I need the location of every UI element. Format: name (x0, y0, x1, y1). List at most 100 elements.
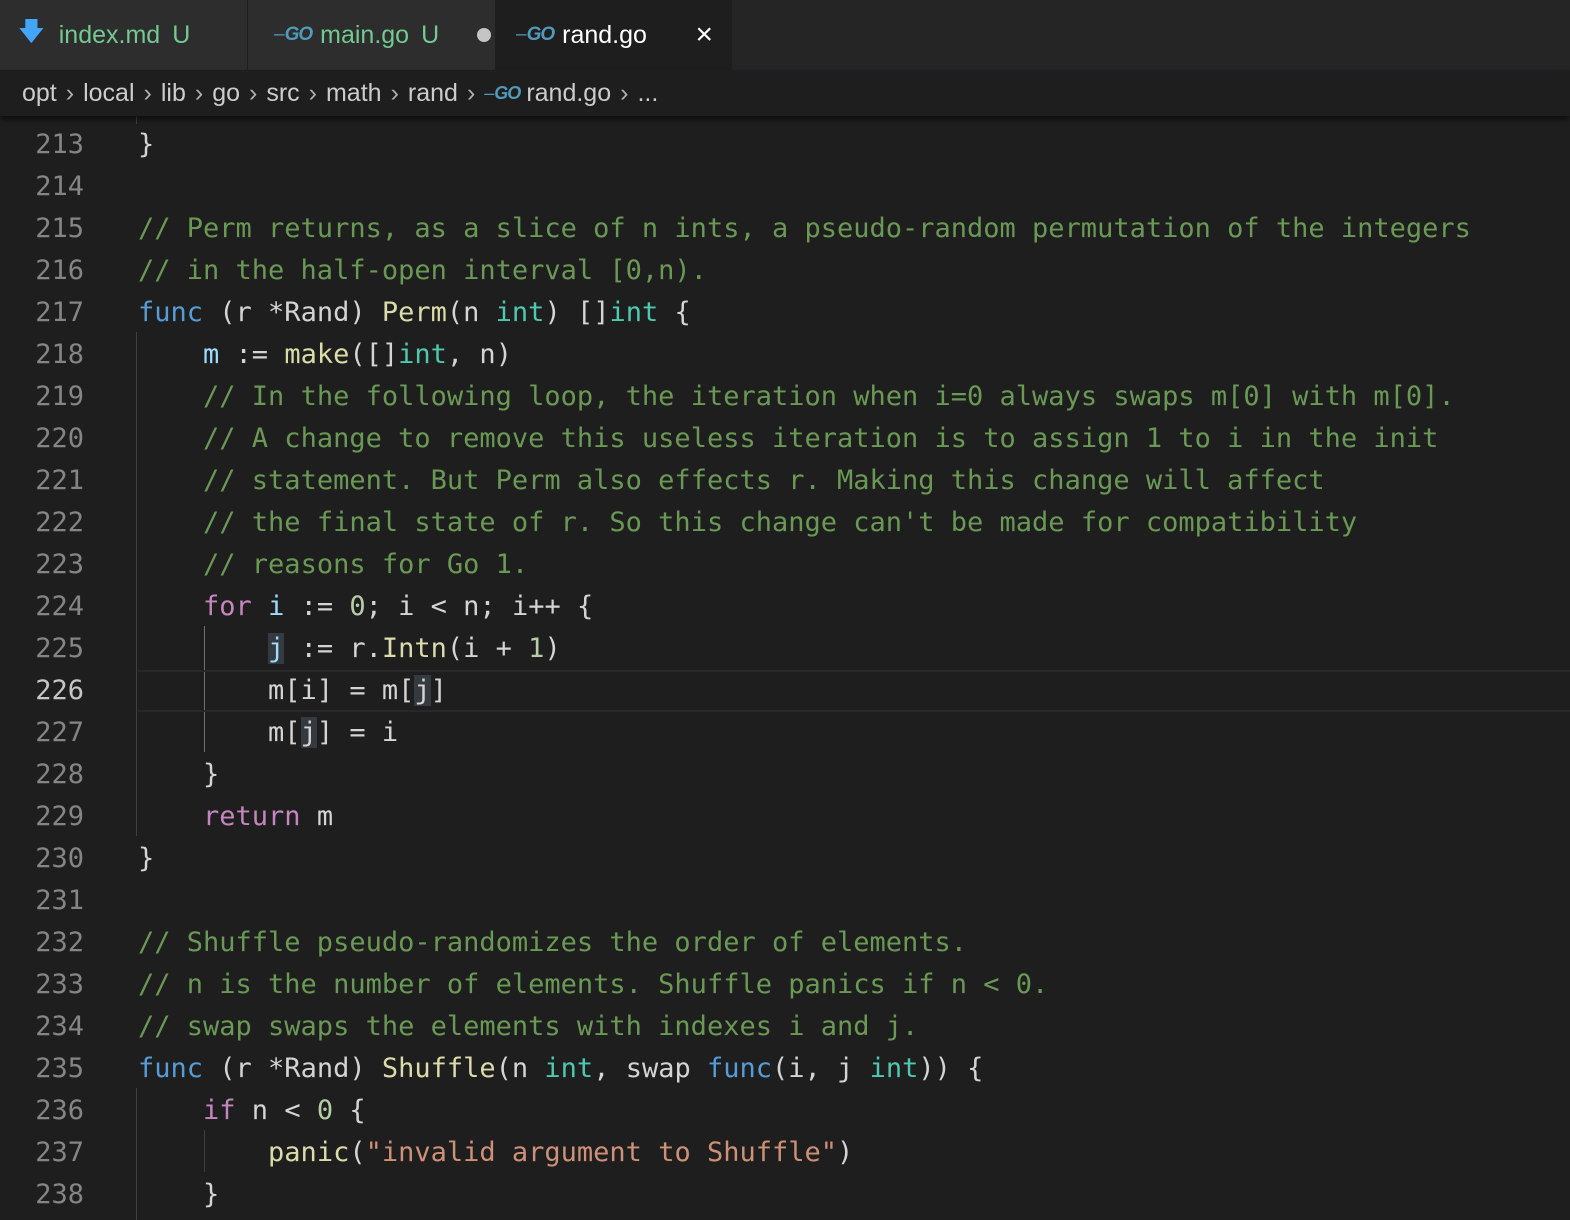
code-token: // statement. But Perm also effects r. M… (203, 465, 1325, 496)
code-line[interactable]: 216 // in the half-open interval [0,n). (0, 250, 1570, 292)
code-token: , n) (446, 339, 512, 370)
code-line[interactable]: 214 (0, 166, 1570, 208)
code-text: // In the following loop, the iteration … (138, 376, 1455, 418)
code-line[interactable]: 222 // the final state of r. So this cha… (0, 502, 1570, 544)
code-token: m (300, 801, 334, 832)
code-line[interactable]: 226 m[i] = m[j] (0, 670, 1570, 712)
code-line[interactable]: 232 // Shuffle pseudo-randomizes the orde… (0, 922, 1570, 964)
code-token: := (219, 339, 285, 370)
line-number: 226 (35, 675, 84, 706)
tab-label: index.md (58, 20, 161, 49)
code-token: } (138, 843, 155, 874)
code-text: for i := 0; i < n; i++ { (138, 586, 593, 628)
code-text: m[i] = m[j] (138, 670, 447, 712)
code-line[interactable]: 231 (0, 880, 1570, 922)
code-line[interactable]: 225 j := r.Intn(i + 1) (0, 628, 1570, 670)
tab-label: main.go (320, 20, 410, 49)
code-line[interactable]: 220 // A change to remove this useless i… (0, 418, 1570, 460)
line-number: 238 (35, 1179, 84, 1210)
line-number: 225 (35, 633, 84, 664)
code-line[interactable]: 228 } (0, 754, 1570, 796)
code-token: // in the half-open interval [0,n). (138, 255, 707, 286)
code-text: } (138, 754, 219, 796)
breadcrumb-item[interactable]: rand.go (526, 79, 611, 108)
code-line[interactable]: 230} (0, 838, 1570, 880)
code-token: m (203, 339, 220, 370)
line-number: 230 (35, 843, 84, 874)
breadcrumb-item[interactable]: math (326, 79, 382, 108)
code-text: // in the half-open interval [0,n). (138, 250, 707, 292)
code-token: } (138, 759, 220, 790)
code-line[interactable]: 218 m := make([]int, n) (0, 334, 1570, 376)
close-icon[interactable]: × (695, 18, 713, 52)
line-number: 234 (35, 1011, 84, 1042)
code-editor[interactable]: 213} 214 215 // Perm returns, as a slice of… (0, 116, 1570, 1220)
code-token: // In the following loop, the iteration … (203, 381, 1455, 412)
code-token: // Shuffle pseudo-randomizes the order o… (138, 927, 968, 958)
code-token: "invalid argument to Shuffle" (365, 1137, 837, 1168)
code-text: // n is the number of elements. Shuffle … (138, 964, 1048, 1006)
code-line[interactable]: 221 // statement. But Perm also effects … (0, 460, 1570, 502)
code-token: // A change to remove this useless itera… (203, 423, 1439, 454)
breadcrumb: opt › local › lib › go › src › math › ra… (0, 70, 1570, 116)
code-token: int (398, 339, 447, 370)
chevron-right-icon: › (620, 78, 629, 107)
code-text: // statement. But Perm also effects r. M… (138, 460, 1325, 502)
breadcrumb-item[interactable]: src (266, 79, 299, 108)
breadcrumb-item[interactable]: rand (408, 79, 458, 108)
code-token: Perm (381, 297, 447, 328)
line-number: 228 (35, 759, 84, 790)
code-token: j (414, 675, 431, 706)
code-text: // swap swaps the elements with indexes … (138, 1006, 918, 1048)
markdown-file-icon: 🡇 (18, 16, 45, 46)
code-token: ] (430, 675, 447, 706)
code-line[interactable]: 233 // n is the number of elements. Shuff… (0, 964, 1570, 1006)
tab-rand-go[interactable]: GO rand.go × (496, 0, 732, 70)
chevron-right-icon: › (308, 78, 317, 107)
code-line[interactable]: 235 func (r *Rand) Shuffle(n int, swap fu… (0, 1048, 1570, 1090)
go-file-icon: GO (516, 24, 556, 46)
code-token: Shuffle (381, 1053, 496, 1084)
code-text: func (r *Rand) Perm(n int) []int { (138, 292, 691, 334)
code-text: } (138, 1174, 219, 1216)
code-text: // the final state of r. So this change … (138, 502, 1357, 544)
breadcrumb-item[interactable]: lib (161, 79, 186, 108)
code-line[interactable]: 238 } (0, 1174, 1570, 1216)
code-text: } (138, 838, 154, 880)
code-line[interactable]: 217 func (r *Rand) Perm(n int) []int { (0, 292, 1570, 334)
code-line[interactable]: 223 // reasons for Go 1. (0, 544, 1570, 586)
chevron-right-icon: › (466, 78, 476, 107)
line-number: 219 (35, 381, 84, 412)
code-line[interactable]: 215 // Perm returns, as a slice of n ints… (0, 208, 1570, 250)
breadcrumb-item[interactable]: ... (637, 79, 658, 108)
code-line[interactable]: 219 // In the following loop, the iterat… (0, 376, 1570, 418)
code-token: func (138, 1053, 204, 1084)
line-number: 224 (35, 591, 84, 622)
code-line[interactable]: 234 // swap swaps the elements with index… (0, 1006, 1570, 1048)
code-line[interactable]: 236 if n < 0 { (0, 1090, 1570, 1132)
unsaved-dot-icon[interactable] (477, 28, 492, 42)
code-line[interactable]: 224 for i := 0; i < n; i++ { (0, 586, 1570, 628)
code-token: return (203, 801, 301, 832)
code-text: return m (138, 796, 333, 838)
line-number: 218 (35, 339, 84, 370)
line-number: 217 (35, 297, 84, 328)
line-number: 220 (35, 423, 84, 454)
code-token: // Perm returns, as a slice of n ints, a… (138, 213, 1471, 244)
code-line[interactable]: 237 panic("invalid argument to Shuffle") (0, 1132, 1570, 1174)
breadcrumb-item[interactable]: go (212, 79, 240, 108)
code-line[interactable]: 229 return m (0, 796, 1570, 838)
breadcrumb-item[interactable]: opt (22, 79, 57, 108)
breadcrumb-item[interactable]: local (83, 79, 134, 108)
code-token: := r. (284, 633, 382, 664)
code-token: := (284, 591, 350, 622)
code-token: (n (446, 297, 496, 328)
tab-index-md[interactable]: 🡇 index.md U (0, 0, 248, 70)
code-line[interactable]: 213} (0, 124, 1570, 166)
code-token: m[ (138, 717, 301, 748)
code-line[interactable]: 227 m[j] = i (0, 712, 1570, 754)
tab-main-go[interactable]: GO main.go U (248, 0, 496, 70)
